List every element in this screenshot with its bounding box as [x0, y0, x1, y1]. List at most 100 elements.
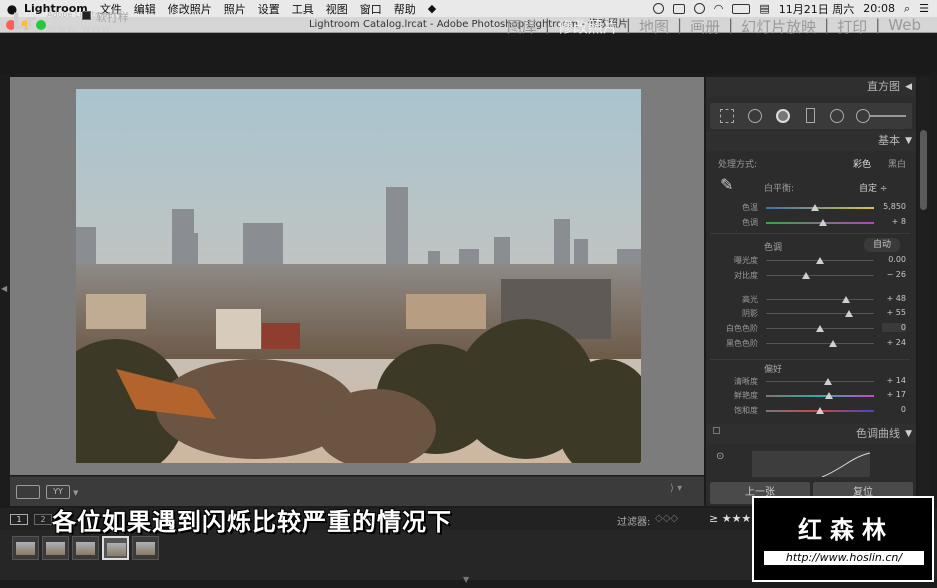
input-flag-icon[interactable]: ▤ [759, 2, 769, 15]
cast-icon[interactable] [672, 3, 685, 14]
slider-thumb-tint[interactable] [819, 219, 828, 226]
slider-value-vibrance[interactable]: + 17 [882, 390, 906, 399]
before-after-button[interactable]: YY [46, 485, 70, 499]
module-library[interactable]: 图库 [499, 16, 545, 37]
chevron-down-icon[interactable]: ▼ [73, 489, 78, 497]
main-photo[interactable] [76, 89, 641, 463]
zoom-window-button[interactable] [36, 20, 46, 30]
tone-curve-header[interactable]: 色调曲线 ▼ [706, 424, 916, 444]
tone-curve-title: 色调曲线 [856, 427, 900, 440]
clock-time[interactable]: 20:08 [863, 2, 895, 15]
white-balance-eyedropper-icon[interactable]: ✎ [720, 175, 740, 195]
slider-value-contrast[interactable]: − 26 [882, 270, 906, 279]
slider-thumb-whites[interactable] [816, 325, 824, 332]
slider-value-whites[interactable]: 0 [882, 323, 906, 332]
softproof-checkbox[interactable] [82, 11, 91, 20]
targeted-adjustment-icon[interactable]: ⊙ [716, 451, 724, 462]
filmstrip-thumbnail[interactable] [132, 536, 159, 560]
toolbar-options-icon[interactable]: ⟩ ▾ [670, 483, 682, 494]
left-panel-toggle-icon[interactable]: ◀ [1, 284, 7, 293]
wifi-icon[interactable]: ◠ [714, 2, 724, 15]
adjustment-brush-icon[interactable] [856, 109, 870, 123]
slider-thumb-shadows[interactable] [845, 310, 854, 317]
slider-value-saturation[interactable]: 0 [882, 405, 906, 414]
slider-track-temp[interactable] [766, 207, 874, 209]
slider-track-highlights[interactable] [766, 299, 874, 300]
slider-value-shadows[interactable]: + 55 [882, 308, 906, 317]
module-print[interactable]: 打印 [829, 16, 875, 37]
treatment-label: 处理方式: [718, 160, 758, 170]
filmstrip-thumbnail[interactable] [12, 536, 39, 560]
presence-section-title: 偏好 [764, 365, 783, 375]
slider-track-clarity[interactable] [766, 381, 874, 382]
collapse-triangle-icon[interactable]: ◀ [905, 77, 912, 97]
slider-value-temp[interactable]: 5,850 [882, 202, 906, 211]
menu-develop[interactable]: 修改照片 [168, 1, 212, 17]
slider-thumb-clarity[interactable] [823, 378, 832, 385]
menu-view[interactable]: 视图 [326, 1, 348, 17]
dropbox-icon[interactable]: ◆ [428, 2, 436, 15]
slider-value-clarity[interactable]: + 14 [882, 376, 906, 385]
slider-track-shadows[interactable] [766, 313, 874, 314]
slider-thumb-contrast[interactable] [801, 272, 810, 279]
spotlight-icon[interactable]: ⌕ [904, 2, 910, 16]
slider-thumb-blacks[interactable] [828, 340, 837, 347]
module-book[interactable]: 画册 [682, 16, 728, 37]
filmstrip-thumbnail-selected[interactable] [102, 536, 129, 560]
clock-date[interactable]: 11月21日 周六 [779, 1, 855, 17]
notification-center-icon[interactable]: ☰ [919, 2, 929, 15]
brush-size-slider[interactable] [870, 115, 906, 117]
slider-thumb-temp[interactable] [810, 204, 819, 211]
panel-scrollbar-thumb[interactable] [920, 130, 927, 210]
battery-icon[interactable] [732, 3, 751, 14]
slider-value-highlights[interactable]: + 48 [882, 294, 906, 303]
treatment-bw-option[interactable]: 黑白 [888, 157, 906, 170]
menu-tools[interactable]: 工具 [292, 1, 314, 17]
slider-track-contrast[interactable] [766, 275, 874, 276]
slider-label-highlights: 高光 [742, 295, 758, 304]
menu-edit[interactable]: 编辑 [134, 1, 156, 17]
menu-help[interactable]: 帮助 [394, 1, 416, 17]
menu-window[interactable]: 窗口 [360, 1, 382, 17]
wb-preset-select[interactable]: 自定 ÷ [859, 181, 887, 194]
slider-thumb-vibrance[interactable] [824, 392, 833, 399]
bottom-panel-toggle-icon[interactable]: ▼ [463, 575, 469, 584]
basic-header[interactable]: 基本 ▼ [706, 131, 916, 151]
expand-triangle-icon[interactable]: ▼ [905, 424, 912, 444]
red-eye-icon[interactable] [776, 109, 790, 123]
right-panel: 直方图 ◀ 基本 ▼ 处理方式: 彩色 黑白 ✎ 白平衡: 自定 ÷ 色调 自动… [706, 77, 916, 506]
module-web[interactable]: Web [880, 16, 929, 37]
filmstrip-thumbnail[interactable] [42, 536, 69, 560]
time-machine-icon[interactable] [693, 3, 705, 14]
treatment-color-option[interactable]: 彩色 [853, 157, 871, 170]
flag-filter-icon[interactable]: ◇◇◇ [655, 513, 678, 524]
menu-settings[interactable]: 设置 [258, 1, 280, 17]
slider-thumb-highlights[interactable] [841, 296, 850, 303]
slider-value-tint[interactable]: + 8 [882, 217, 906, 226]
module-develop[interactable]: 修改照片 [550, 16, 626, 37]
slider-value-exposure[interactable]: 0.00 [882, 255, 906, 264]
histogram-header[interactable]: 直方图 ◀ [706, 77, 916, 97]
crop-tool-icon[interactable] [720, 109, 734, 123]
slider-thumb-saturation[interactable] [816, 407, 824, 414]
radial-filter-icon[interactable] [830, 109, 844, 123]
spot-removal-icon[interactable] [748, 109, 762, 123]
slider-track-vibrance[interactable] [766, 395, 874, 397]
page-1-button[interactable]: 1 [10, 514, 28, 525]
menu-photo[interactable]: 照片 [224, 1, 246, 17]
creative-cloud-icon[interactable] [652, 3, 664, 14]
loupe-view-button[interactable] [16, 485, 40, 499]
slider-track-blacks[interactable] [766, 343, 874, 344]
tone-curve-graph[interactable] [752, 451, 870, 477]
slider-label-saturation: 饱和度 [734, 406, 758, 415]
slider-thumb-exposure[interactable] [816, 257, 824, 264]
panel-switch-icon[interactable] [713, 427, 720, 434]
page-2-button[interactable]: 2 [34, 514, 52, 525]
filmstrip-thumbnail[interactable] [72, 536, 99, 560]
slider-value-blacks[interactable]: + 24 [882, 338, 906, 347]
module-slideshow[interactable]: 幻灯片放映 [733, 16, 824, 37]
expand-triangle-icon[interactable]: ▼ [905, 131, 912, 151]
graduated-filter-icon[interactable] [806, 108, 815, 123]
module-map[interactable]: 地图 [631, 16, 677, 37]
auto-tone-button[interactable]: 自动 [864, 238, 900, 252]
